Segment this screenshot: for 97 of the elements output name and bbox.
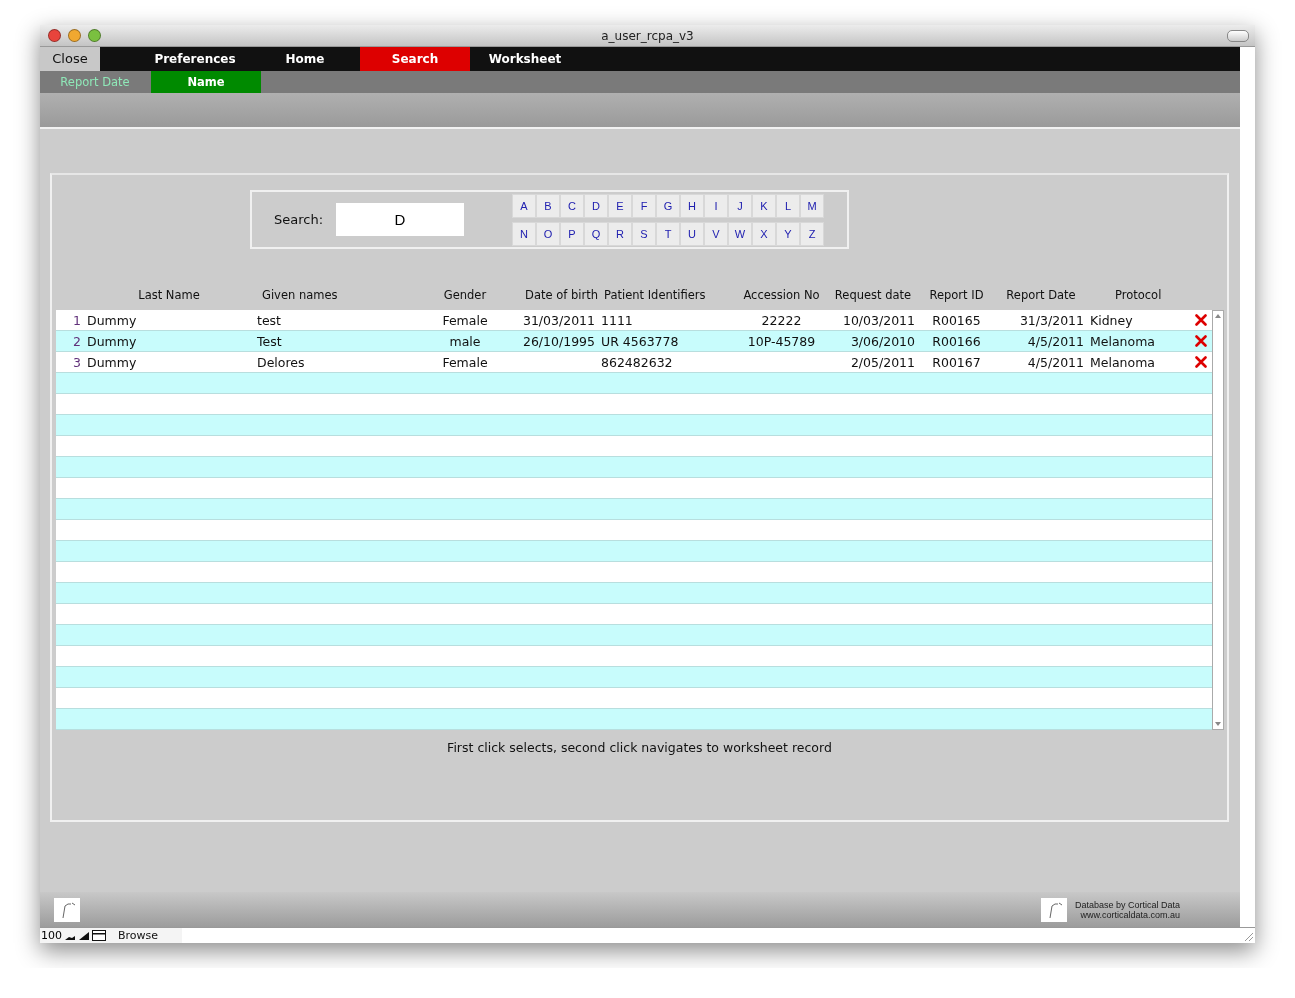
- row-number: 1: [72, 312, 82, 328]
- table-cell-text: Kidney: [1089, 312, 1134, 328]
- column-header: Report Date: [1005, 288, 1077, 302]
- letter-button[interactable]: Y: [776, 221, 800, 246]
- table-cell-text: Female: [441, 354, 489, 370]
- table-cell-text: 10/03/2011: [841, 312, 916, 328]
- letter-button[interactable]: W: [728, 221, 752, 246]
- letter-button[interactable]: E: [608, 193, 632, 218]
- credit-text: Database by Cortical Data: [1074, 899, 1180, 910]
- table-cell-text: Delores: [256, 354, 306, 370]
- table-cell-text: 3/06/2010: [849, 333, 916, 349]
- table-cell-text: Test: [256, 333, 283, 349]
- table-cell-text: 31/03/2011: [521, 312, 596, 328]
- mode-label: Browse: [117, 929, 160, 942]
- table-cell-text: R00166: [931, 333, 982, 349]
- table-cell-text: 4/5/2011: [1026, 333, 1085, 349]
- zoom-in-icon[interactable]: [78, 930, 90, 941]
- letter-button[interactable]: I: [704, 193, 728, 218]
- nav-tab[interactable]: Search: [360, 47, 470, 71]
- table-cell-text: Melanoma: [1089, 333, 1156, 349]
- table-cell-text: R00167: [931, 354, 982, 370]
- window-title: a_user_rcpa_v3: [601, 28, 694, 43]
- letter-button[interactable]: C: [560, 193, 584, 218]
- table-cell-text: Dummy: [86, 333, 138, 349]
- letter-button[interactable]: G: [656, 193, 680, 218]
- letter-button[interactable]: F: [632, 193, 656, 218]
- letter-button[interactable]: H: [680, 193, 704, 218]
- letter-button[interactable]: M: [800, 193, 824, 218]
- table-cell-text: 2/05/2011: [849, 354, 916, 370]
- delete-icon[interactable]: [1195, 335, 1207, 347]
- logo-icon: [1040, 897, 1067, 922]
- letter-button[interactable]: A: [512, 193, 536, 218]
- letter-button[interactable]: Z: [800, 221, 824, 246]
- letter-button[interactable]: J: [728, 193, 752, 218]
- table-cell-text: Female: [441, 312, 489, 328]
- table-cell-text: R00165: [931, 312, 982, 328]
- table-row[interactable]: 1 Dummy test Female 31/03/2011 1111 22222 10/03/2011 R00165 31/3/2011 Kidney: [56, 310, 1212, 331]
- letter-button[interactable]: S: [632, 221, 656, 246]
- table-cell-text: 31/3/2011: [1018, 312, 1085, 328]
- table-cell-text: 22222: [760, 312, 803, 328]
- search-field[interactable]: D: [336, 203, 464, 236]
- letter-button[interactable]: K: [752, 193, 776, 218]
- table-cell-text: UR 4563778: [600, 333, 680, 349]
- letter-button[interactable]: T: [656, 221, 680, 246]
- credit-text: www.corticaldata.com.au: [1080, 909, 1180, 920]
- column-header: Protocol: [1114, 288, 1163, 302]
- letter-button[interactable]: O: [536, 221, 560, 246]
- table-cell-text: 10P-45789: [746, 333, 817, 349]
- row-number: 3: [72, 354, 82, 370]
- nav-tab[interactable]: Home: [250, 47, 360, 71]
- letter-button[interactable]: B: [536, 193, 560, 218]
- letter-button[interactable]: R: [608, 221, 632, 246]
- letter-button[interactable]: Q: [584, 221, 608, 246]
- table-cell-text: 26/10/1995: [521, 333, 596, 349]
- table-row[interactable]: 3 Dummy Delores Female 862482632 2/05/2011 R00167 4/5/2011 Melanoma: [56, 352, 1212, 373]
- letter-button[interactable]: L: [776, 193, 800, 218]
- delete-icon[interactable]: [1195, 314, 1207, 326]
- letter-button[interactable]: D: [584, 193, 608, 218]
- column-header: Report ID: [928, 288, 985, 302]
- letter-button[interactable]: P: [560, 221, 584, 246]
- sort-tab[interactable]: Name: [151, 71, 261, 93]
- close-button[interactable]: Close: [40, 47, 100, 71]
- nav-tab[interactable]: Worksheet: [470, 47, 580, 71]
- letter-button[interactable]: N: [512, 221, 536, 246]
- table-cell-text: male: [448, 333, 482, 349]
- nav-tab[interactable]: Preferences: [140, 47, 250, 71]
- table-cell-text: 4/5/2011: [1026, 354, 1085, 370]
- table-cell-text: 1111: [600, 312, 634, 328]
- column-header: Gender: [442, 288, 488, 302]
- table-row[interactable]: 2 Dummy Test male 26/10/1995 UR 4563778 10P-45789 3/06/2010 R00166 4/5/2011 Melanoma: [56, 331, 1212, 352]
- resize-grip-icon[interactable]: [1242, 930, 1254, 942]
- letter-button[interactable]: V: [704, 221, 728, 246]
- column-header: Request date: [833, 288, 913, 302]
- delete-icon[interactable]: [1195, 356, 1207, 368]
- table-cell-text: Melanoma: [1089, 354, 1156, 370]
- letter-button[interactable]: U: [680, 221, 704, 246]
- table-cell-text: Dummy: [86, 354, 138, 370]
- layout-toggle-icon[interactable]: [92, 930, 106, 941]
- minimize-light-icon[interactable]: [68, 29, 81, 42]
- scrollbar[interactable]: [1212, 310, 1224, 730]
- table-cell-text: test: [256, 312, 282, 328]
- column-header: Date of birth: [524, 288, 598, 302]
- zoom-level[interactable]: 100: [40, 929, 62, 942]
- row-number: 2: [72, 333, 82, 349]
- toolbar-toggle-icon[interactable]: [1227, 30, 1249, 42]
- column-header: Last Name: [137, 288, 201, 302]
- table-cell-text: Dummy: [86, 312, 138, 328]
- close-light-icon[interactable]: [48, 29, 61, 42]
- letter-button[interactable]: X: [752, 221, 776, 246]
- column-header: Patient Identifiers: [603, 288, 707, 302]
- logo-icon: [54, 897, 80, 922]
- column-header: Given names: [261, 288, 339, 302]
- zoom-light-icon[interactable]: [88, 29, 101, 42]
- search-label: Search:: [274, 212, 325, 227]
- column-header: Accession No: [742, 288, 821, 302]
- table-cell-text: 862482632: [600, 354, 674, 370]
- hint-text: First click selects, second click navigates to worksheet record: [447, 740, 832, 755]
